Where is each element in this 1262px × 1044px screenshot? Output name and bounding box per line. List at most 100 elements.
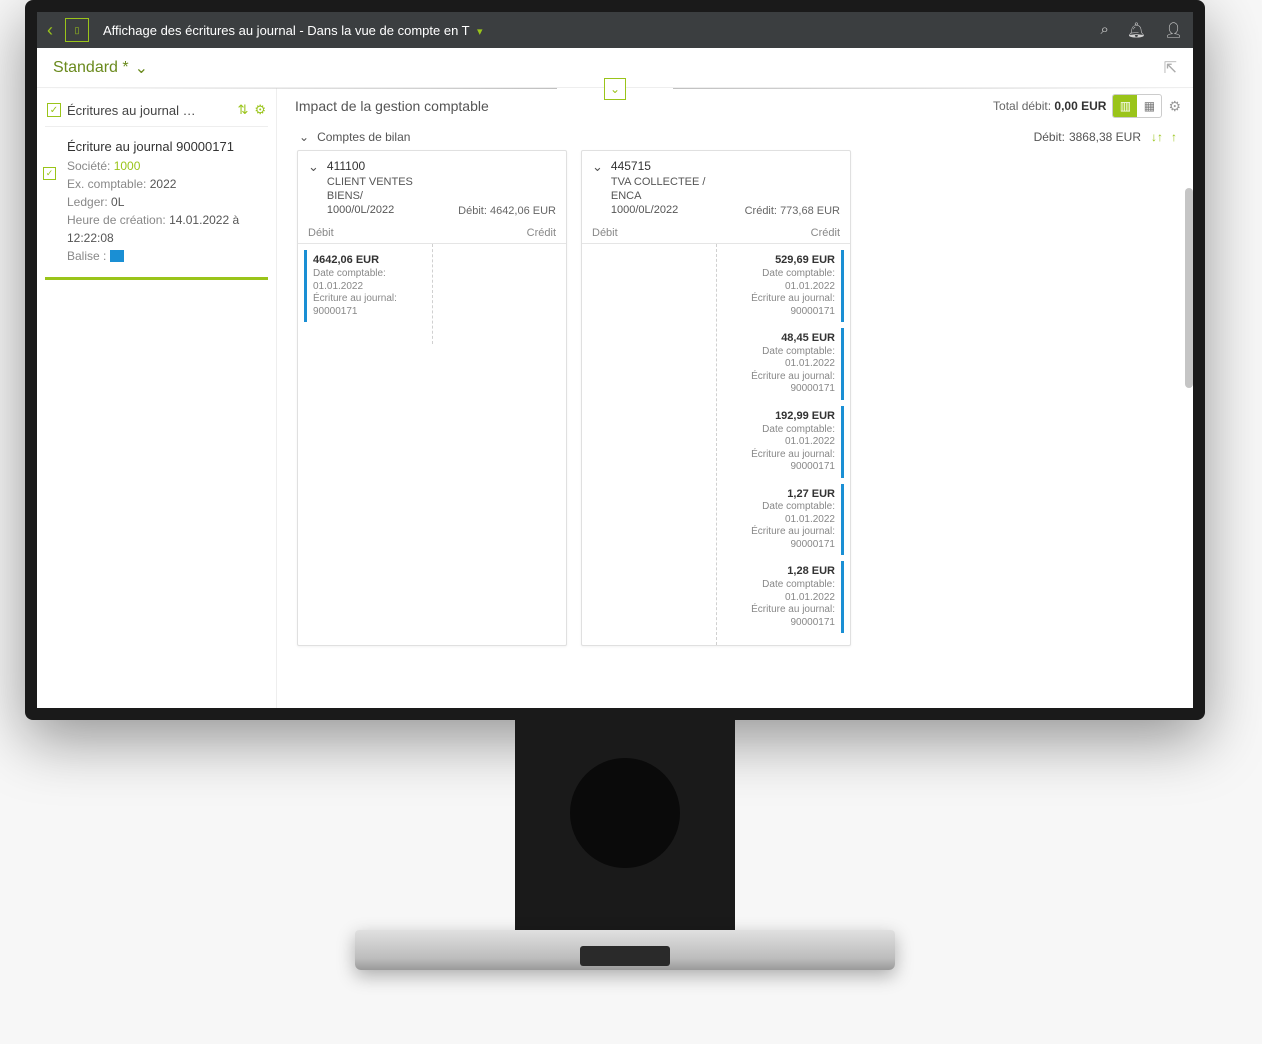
account-side-label: Crédit:: [745, 205, 777, 217]
account-number: 411100: [327, 159, 450, 175]
line-date-value: 01.01.2022: [313, 281, 420, 294]
gear-icon[interactable]: ⚙: [254, 102, 266, 118]
entry-title: Écriture au journal 90000171: [67, 137, 264, 157]
account-side-value: 4642,06 EUR: [490, 205, 556, 217]
line-date-value: 01.01.2022: [728, 592, 835, 605]
line-item[interactable]: 1,28 EURDate comptable:01.01.2022Écritur…: [722, 561, 844, 633]
account-collapse-icon[interactable]: ⌄: [592, 159, 603, 217]
debit-column: [582, 244, 716, 645]
company-value[interactable]: 1000: [114, 159, 141, 173]
entry-checkbox[interactable]: ✓: [43, 167, 56, 180]
credit-column: 529,69 EURDate comptable:01.01.2022Écrit…: [716, 244, 850, 645]
line-amount: 1,27 EUR: [728, 488, 835, 502]
sort-icon[interactable]: ⇅: [237, 102, 248, 118]
section-label: Comptes de bilan: [317, 130, 410, 144]
user-icon[interactable]: 👤︎: [1164, 21, 1183, 39]
total-debit-value: 0,00 EUR: [1054, 99, 1106, 113]
line-ref-value: 90000171: [313, 306, 420, 319]
main-content: Impact de la gestion comptable Total déb…: [277, 88, 1193, 708]
fiscal-label: Ex. comptable:: [67, 177, 146, 191]
credit-column-label: Crédit: [527, 227, 556, 239]
settings-icon[interactable]: ⚙: [1168, 98, 1181, 115]
ledger-value: 0L: [111, 195, 124, 209]
line-ref-label: Écriture au journal:: [728, 526, 835, 539]
line-item[interactable]: 4642,06 EURDate comptable:01.01.2022Écri…: [304, 250, 426, 322]
line-date-label: Date comptable:: [728, 579, 835, 592]
chevron-down-icon[interactable]: ⌄: [135, 58, 148, 78]
bell-icon[interactable]: 🔔︎: [1127, 21, 1146, 39]
section-debit-value: 3868,38 EUR: [1069, 130, 1141, 144]
page-title: Affichage des écritures au journal - Dan…: [103, 23, 1101, 38]
flag-color-swatch[interactable]: [110, 250, 124, 262]
line-ref-value: 90000171: [728, 539, 835, 552]
card-view-button[interactable]: ▥: [1113, 95, 1137, 117]
account-sub: 1000/0L/2022: [611, 203, 737, 217]
line-item[interactable]: 1,27 EURDate comptable:01.01.2022Écritur…: [722, 484, 844, 556]
total-debit-label: Total débit:: [993, 99, 1051, 113]
panel-header: ✓ Écritures au journal … ⇅ ⚙: [45, 98, 268, 127]
company-label: Société:: [67, 159, 110, 173]
line-date-label: Date comptable:: [728, 346, 835, 359]
account-collapse-icon[interactable]: ⌄: [308, 159, 319, 217]
line-ref-label: Écriture au journal:: [728, 293, 835, 306]
credit-column-label: Crédit: [811, 227, 840, 239]
line-date-value: 01.01.2022: [728, 514, 835, 527]
page-title-text: Affichage des écritures au journal - Dan…: [103, 23, 469, 38]
line-date-label: Date comptable:: [728, 501, 835, 514]
account-card: ⌄445715TVA COLLECTEE / ENCA1000/0L/2022C…: [581, 150, 851, 646]
accounts-container: ⌄ 411100CLIENT VENTES BIENS/1000/0L/2022 D…: [291, 150, 1185, 646]
variant-name[interactable]: Standard *: [53, 59, 129, 77]
section-header: ⌄ Comptes de bilan Débit: 3868,38 EUR ↓↑…: [291, 124, 1185, 150]
line-amount: 192,99 EUR: [728, 410, 835, 424]
panel-title: Écritures au journal …: [67, 103, 231, 118]
debit-column-label: Débit: [308, 227, 334, 239]
line-item[interactable]: 529,69 EURDate comptable:01.01.2022Écrit…: [722, 250, 844, 322]
account-side-label: Débit:: [458, 205, 487, 217]
line-amount: 1,28 EUR: [728, 565, 835, 579]
account-sub: 1000/0L/2022: [327, 203, 450, 217]
line-ref-label: Écriture au journal:: [313, 293, 420, 306]
share-icon[interactable]: ⇱: [1164, 58, 1177, 78]
main-title: Impact de la gestion comptable: [295, 98, 489, 114]
line-item[interactable]: 192,99 EURDate comptable:01.01.2022Écrit…: [722, 406, 844, 478]
line-date-label: Date comptable:: [728, 268, 835, 281]
app-bar: ‹ ▯ Affichage des écritures au journal -…: [37, 12, 1193, 48]
table-view-button[interactable]: ▦: [1137, 95, 1161, 117]
sort-asc-icon[interactable]: ↑: [1171, 130, 1177, 144]
main-header: Impact de la gestion comptable Total déb…: [291, 88, 1185, 124]
account-card: ⌄ 411100CLIENT VENTES BIENS/1000/0L/2022 D…: [297, 150, 567, 646]
journal-entry-item[interactable]: ✓ Écriture au journal 90000171 Société: …: [45, 127, 268, 280]
account-side-value: 773,68 EUR: [780, 205, 840, 217]
account-name: CLIENT VENTES BIENS/: [327, 175, 450, 204]
variant-bar: Standard * ⌄ ⇱ ⌄: [37, 48, 1193, 88]
line-item[interactable]: 48,45 EURDate comptable:01.01.2022Écritu…: [722, 328, 844, 400]
line-ref-label: Écriture au journal:: [728, 604, 835, 617]
credit-column: [432, 244, 566, 344]
select-all-checkbox[interactable]: ✓: [47, 103, 61, 117]
line-date-label: Date comptable:: [313, 268, 420, 281]
line-ref-value: 90000171: [728, 461, 835, 474]
back-button[interactable]: ‹: [47, 20, 53, 41]
section-collapse-icon[interactable]: ⌄: [299, 130, 309, 144]
line-ref-value: 90000171: [728, 383, 835, 396]
flag-label: Balise :: [67, 249, 106, 263]
scrollbar[interactable]: [1185, 188, 1193, 388]
line-ref-label: Écriture au journal:: [728, 449, 835, 462]
line-date-value: 01.01.2022: [728, 281, 835, 294]
line-date-value: 01.01.2022: [728, 436, 835, 449]
line-ref-value: 90000171: [728, 306, 835, 319]
logo-icon: ▯: [65, 18, 89, 42]
view-toggle: ▥ ▦: [1112, 94, 1162, 118]
journal-entries-panel: ✓ Écritures au journal … ⇅ ⚙ ✓ Écriture …: [37, 88, 277, 708]
debit-column: 4642,06 EURDate comptable:01.01.2022Écri…: [298, 244, 432, 344]
line-amount: 4642,06 EUR: [313, 254, 420, 268]
section-debit-label: Débit:: [1034, 130, 1065, 144]
search-icon[interactable]: ⌕: [1101, 21, 1109, 39]
ledger-label: Ledger:: [67, 195, 108, 209]
title-dropdown-icon[interactable]: ▾: [477, 26, 482, 38]
line-amount: 529,69 EUR: [728, 254, 835, 268]
account-number: 445715: [611, 159, 737, 175]
sort-desc-icon[interactable]: ↓↑: [1151, 130, 1163, 144]
line-date-label: Date comptable:: [728, 424, 835, 437]
fiscal-value: 2022: [150, 177, 177, 191]
